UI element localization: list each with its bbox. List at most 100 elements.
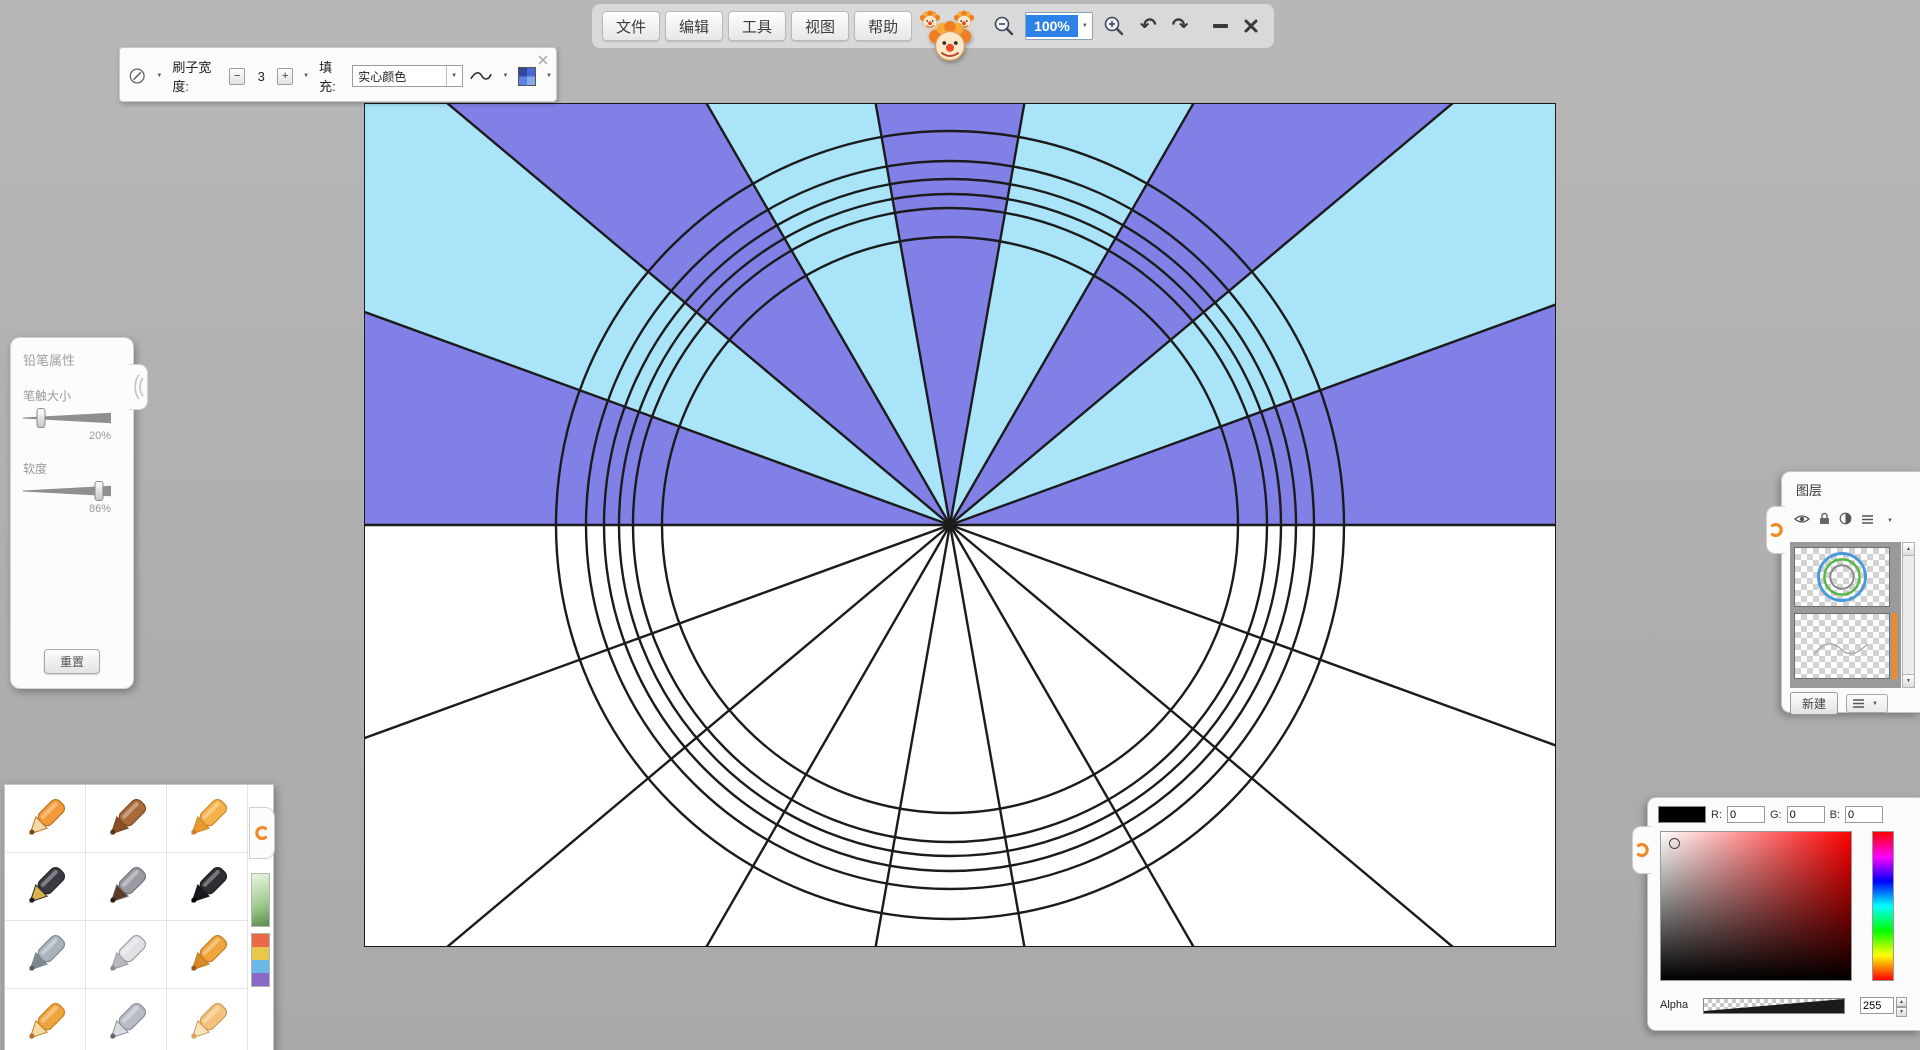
tool-airbrush[interactable] <box>5 921 86 989</box>
contrast-icon[interactable] <box>1839 512 1852 530</box>
menu-view-button[interactable]: 视图 <box>791 11 849 41</box>
brush-preset-thumb-2[interactable] <box>251 933 270 987</box>
tool-paint-brush[interactable] <box>86 853 167 921</box>
fill-type-select[interactable]: 实心颜色 ▼ <box>352 65 462 87</box>
reset-button[interactable]: 重置 <box>44 649 100 674</box>
alpha-slider[interactable] <box>1703 998 1845 1014</box>
tool-wax-crayon[interactable] <box>167 785 248 853</box>
stroke-style-icon[interactable] <box>469 68 493 84</box>
eye-icon[interactable] <box>1794 512 1810 530</box>
menu-file-button[interactable]: 文件 <box>602 11 660 41</box>
brush-shape-icon[interactable] <box>128 66 146 86</box>
color-picker-panel: R: G: B: Alpha ▲ ▼ <box>1647 797 1920 1031</box>
brush-width-value: 3 <box>251 69 271 84</box>
brush-width-increase-button[interactable]: + <box>277 68 293 85</box>
scroll-up-button[interactable]: ▲ <box>1903 543 1914 556</box>
softness-slider[interactable] <box>23 481 111 501</box>
brush-width-decrease-button[interactable]: − <box>229 68 245 85</box>
scroll-down-button[interactable]: ▼ <box>1903 674 1914 687</box>
layers-options-button[interactable]: ▼ <box>1846 694 1888 713</box>
layer-thumbnail-1[interactable] <box>1794 547 1890 607</box>
alpha-input[interactable] <box>1860 997 1894 1014</box>
brush-width-label: 刷子宽度: <box>172 57 223 95</box>
zoom-in-button[interactable] <box>1098 12 1130 40</box>
stroke-color-swatch[interactable] <box>518 67 536 86</box>
alpha-spinner[interactable]: ▲ ▼ <box>1896 997 1907 1014</box>
wheel-drawing <box>365 104 1555 946</box>
list-icon <box>1852 698 1865 709</box>
chevron-down-icon[interactable]: ▼ <box>152 73 166 79</box>
tool-ink-brush[interactable] <box>167 853 248 921</box>
softness-slider-thumb[interactable] <box>94 481 103 501</box>
new-layer-button[interactable]: 新建 <box>1790 692 1838 715</box>
softness-label: 软度 <box>23 460 133 477</box>
panel-title: 铅笔属性 <box>11 338 133 369</box>
red-input[interactable] <box>1727 806 1765 823</box>
layers-panel: 图层 ▼ ▲ ▼ <box>1781 471 1920 713</box>
hue-slider[interactable] <box>1872 831 1894 981</box>
zoom-level-value: 100% <box>1026 15 1078 37</box>
tool-marker[interactable] <box>5 989 86 1050</box>
green-input[interactable] <box>1787 806 1825 823</box>
mascot-cluster <box>917 10 983 42</box>
spin-up-icon[interactable]: ▲ <box>1896 997 1907 1007</box>
close-button[interactable] <box>1238 12 1264 40</box>
current-color-swatch[interactable] <box>1658 806 1706 823</box>
tool-eraser[interactable] <box>167 989 248 1050</box>
tool-knife[interactable] <box>86 989 167 1050</box>
chevron-down-icon[interactable]: ▼ <box>498 73 512 79</box>
chevron-down-icon[interactable]: ▼ <box>1883 518 1897 524</box>
layers-scrollbar[interactable]: ▲ ▼ <box>1902 542 1915 688</box>
chevron-down-icon[interactable]: ▼ <box>542 73 556 79</box>
close-icon <box>1243 18 1259 34</box>
brush-preset-thumb-1[interactable] <box>251 873 270 927</box>
drawing-canvas[interactable] <box>364 103 1556 947</box>
softness-value: 86% <box>11 503 111 515</box>
undo-button[interactable]: ↶ <box>1135 12 1162 40</box>
lock-icon[interactable] <box>1819 512 1830 530</box>
blue-input[interactable] <box>1845 806 1883 823</box>
panel-collapse-handle[interactable] <box>129 364 148 410</box>
stroke-size-slider[interactable] <box>23 408 111 428</box>
magnifier-plus-icon <box>1103 15 1125 37</box>
pencil-properties-panel: 铅笔属性 笔触大小 20% 软度 86% 重置 <box>10 337 134 689</box>
menu-tools-button[interactable]: 工具 <box>728 11 786 41</box>
tool-pencil[interactable] <box>5 785 86 853</box>
orange-grip-icon <box>1634 842 1650 858</box>
layer-thumbnail-2[interactable] <box>1794 613 1890 679</box>
tool-crayon[interactable] <box>86 785 167 853</box>
layers-collapse-handle[interactable] <box>1766 506 1785 554</box>
layer-list <box>1790 542 1901 688</box>
mascot-clown-icon[interactable] <box>927 20 973 71</box>
layer-menu-icon[interactable] <box>1861 512 1874 530</box>
chevron-down-icon[interactable]: ▼ <box>299 73 313 79</box>
menu-help-button[interactable]: 帮助 <box>854 11 912 41</box>
spin-down-icon[interactable]: ▼ <box>1896 1007 1907 1017</box>
saturation-value-picker[interactable] <box>1660 831 1852 981</box>
tools-grid <box>5 785 248 1050</box>
stroke-size-slider-thumb[interactable] <box>36 408 45 428</box>
fill-label: 填充: <box>319 57 346 95</box>
tool-roller[interactable] <box>167 921 248 989</box>
minimize-button[interactable] <box>1208 12 1233 40</box>
layers-title: 图层 <box>1782 472 1920 499</box>
main-toolbar: 文件 编辑 工具 视图 帮助 100% ▼ ↶ ↷ <box>592 4 1274 48</box>
layer-row[interactable] <box>1794 547 1897 607</box>
sv-cursor[interactable] <box>1669 838 1680 849</box>
palette-collapse-handle[interactable] <box>249 807 275 859</box>
layer-row[interactable] <box>1794 613 1897 679</box>
menu-edit-button[interactable]: 编辑 <box>665 11 723 41</box>
palette-side-strip <box>248 785 273 1050</box>
tool-fountain-pen[interactable] <box>5 853 86 921</box>
stroke-size-label: 笔触大小 <box>23 387 133 404</box>
layer-selection-bar <box>1892 613 1897 679</box>
color-collapse-handle[interactable] <box>1632 826 1651 874</box>
orange-grip-icon <box>254 825 270 841</box>
redo-button[interactable]: ↷ <box>1167 12 1194 40</box>
desktop-background: 文件 编辑 工具 视图 帮助 100% ▼ ↶ ↷ <box>0 0 1920 1050</box>
zoom-out-button[interactable] <box>988 12 1020 40</box>
zoom-level-select[interactable]: 100% ▼ <box>1025 12 1093 40</box>
chevron-down-icon: ▼ <box>446 66 462 86</box>
orange-grip-icon <box>1768 522 1784 538</box>
tool-paint-tube[interactable] <box>86 921 167 989</box>
